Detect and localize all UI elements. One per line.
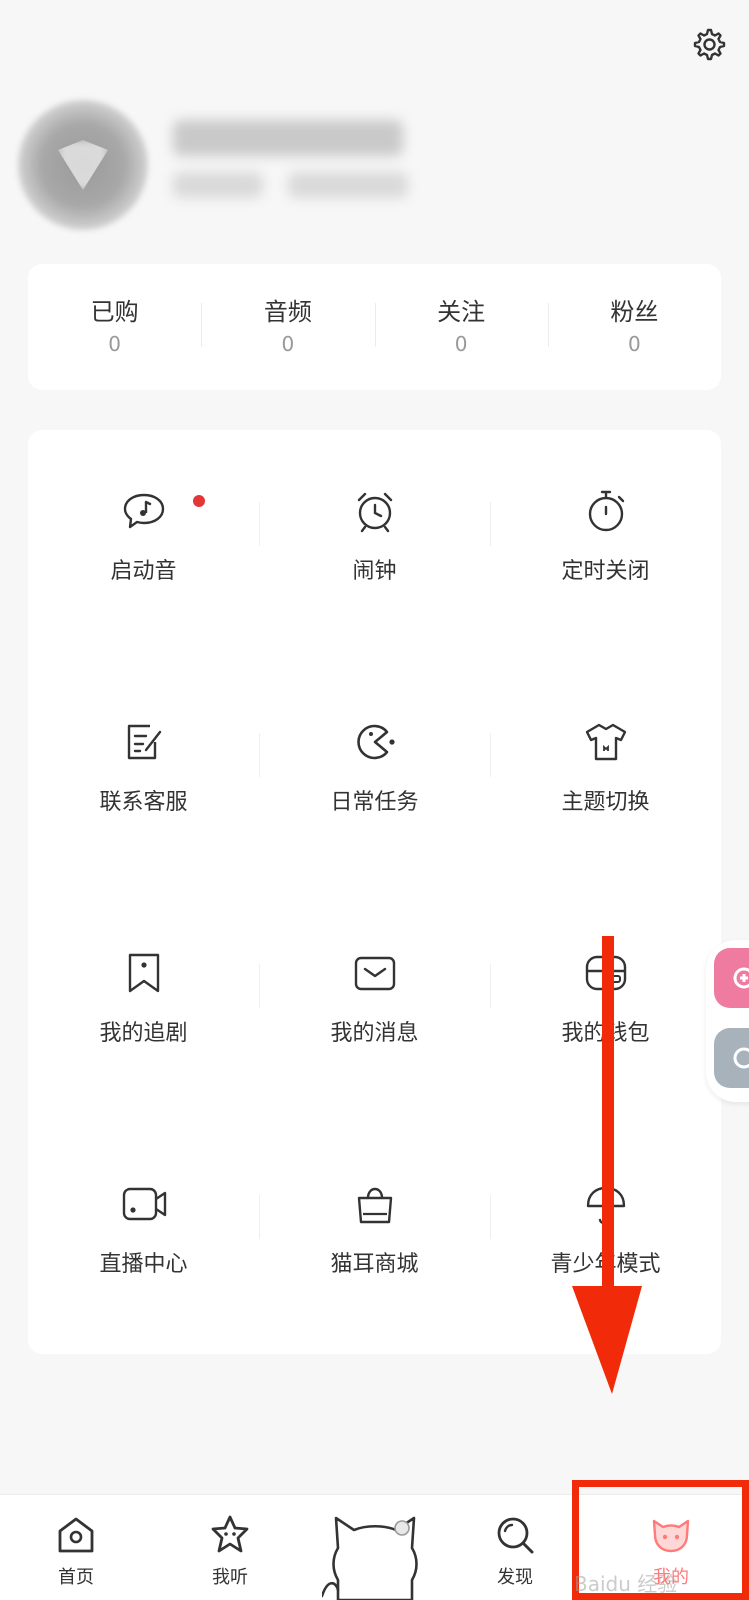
edit-note-icon (127, 724, 161, 759)
mail-icon (354, 956, 395, 990)
pacman-icon (356, 724, 395, 759)
user-profile[interactable] (18, 100, 438, 230)
menu-item-label: 我的消息 (330, 1020, 419, 1046)
gear-icon (693, 28, 726, 61)
timer-icon (588, 490, 624, 531)
stats-card: 已购 0 音频 0 关注 0 粉丝 0 (28, 264, 721, 390)
circle-icon (733, 1047, 749, 1069)
menu-item-mall[interactable]: 猫耳商城 (259, 1123, 490, 1354)
menu-item-label: 启动音 (110, 558, 177, 584)
stat-value: 0 (628, 332, 641, 356)
stat-value: 0 (454, 332, 468, 356)
menu-item-label: 定时关闭 (561, 558, 650, 584)
menu-item-alarm[interactable]: 闹钟 (259, 430, 490, 661)
menu-item-daily-tasks[interactable]: 日常任务 (259, 661, 490, 892)
tab-label: 我听 (212, 1567, 248, 1588)
menu-item-theme-switch[interactable]: 主题切换 (490, 661, 721, 892)
stat-fans[interactable]: 粉丝 0 (547, 295, 721, 359)
menu-item-my-messages[interactable]: 我的消息 (259, 892, 490, 1123)
annotation-arrow (572, 936, 642, 1394)
plus-circle-icon (733, 967, 749, 989)
stat-value: 0 (281, 332, 295, 356)
alarm-clock-icon (357, 492, 392, 532)
stat-value: 0 (108, 332, 121, 356)
tab-label: 发现 (497, 1567, 533, 1588)
watermark: Baidu 经验 jingyan.baidu.com (574, 1572, 749, 1600)
menu-item-my-shows[interactable]: 我的追剧 (28, 892, 259, 1123)
notification-dot (193, 495, 205, 507)
tshirt-icon (585, 723, 626, 760)
stat-label: 已购 (90, 298, 139, 326)
star-icon (211, 1515, 249, 1553)
video-camera-icon (122, 1187, 166, 1220)
menu-item-label: 联系客服 (99, 789, 188, 815)
home-icon (58, 1517, 94, 1553)
menu-item-label: 猫耳商城 (330, 1251, 419, 1277)
tab-listen[interactable]: 我听 (180, 1513, 280, 1589)
menu-item-label: 闹钟 (352, 558, 397, 584)
settings-button[interactable] (688, 24, 728, 64)
stat-audio[interactable]: 音频 0 (201, 295, 374, 359)
floating-pink-button[interactable] (714, 948, 749, 1008)
menu-item-live-center[interactable]: 直播中心 (28, 1123, 259, 1354)
menu-item-sleep-timer[interactable]: 定时关闭 (490, 430, 721, 661)
tab-label: 首页 (58, 1567, 94, 1588)
stat-following[interactable]: 关注 0 (374, 295, 548, 359)
user-info-blurred (288, 172, 408, 198)
menu-item-startup-sound[interactable]: 启动音 (28, 430, 259, 661)
search-icon (497, 1517, 534, 1554)
tab-home[interactable]: 首页 (26, 1513, 126, 1589)
floating-widget (706, 940, 749, 1102)
cat-mascot-icon[interactable] (322, 1500, 428, 1600)
menu-item-label: 日常任务 (330, 789, 419, 815)
stat-label: 音频 (263, 298, 312, 326)
tab-discover[interactable]: 发现 (465, 1513, 565, 1589)
menu-item-customer-service[interactable]: 联系客服 (28, 661, 259, 892)
menu-item-label: 直播中心 (99, 1251, 188, 1277)
shopping-bag-icon (357, 1187, 392, 1223)
menu-item-label: 我的追剧 (99, 1020, 188, 1046)
stat-purchased[interactable]: 已购 0 (28, 295, 201, 359)
stat-label: 粉丝 (610, 298, 659, 326)
username-blurred (173, 120, 403, 156)
bookmark-icon (128, 953, 159, 992)
user-id-blurred (173, 172, 263, 198)
music-bubble-icon (123, 493, 164, 528)
floating-gray-button[interactable] (714, 1028, 749, 1088)
stat-label: 关注 (437, 298, 486, 326)
menu-item-label: 主题切换 (561, 789, 650, 815)
